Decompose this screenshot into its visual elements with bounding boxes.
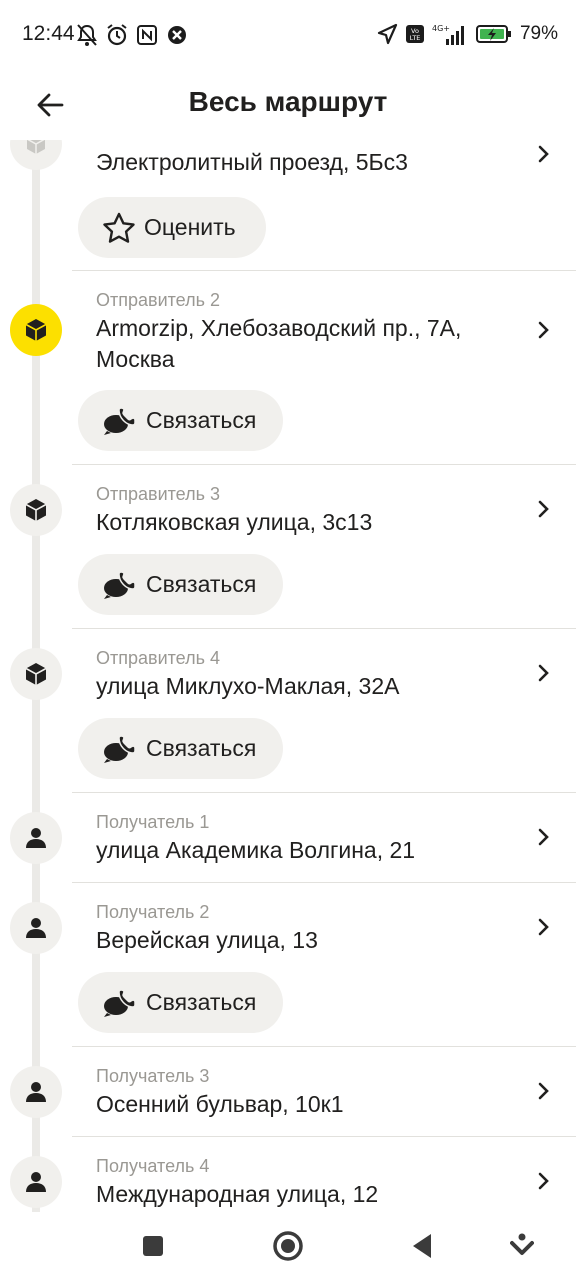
person-icon [26, 828, 46, 848]
chevron-right-icon [538, 145, 549, 163]
stop-chevron[interactable] [534, 1169, 554, 1193]
contact-button[interactable]: Связаться [78, 390, 283, 451]
page-title: Весь маршрут [188, 86, 388, 117]
stop-marker [10, 902, 62, 954]
stop-address: Международная улица, 12 [96, 1181, 379, 1207]
battery-percent: 79% [519, 23, 558, 44]
phone-chat-icon [104, 734, 136, 763]
box-icon [25, 663, 47, 685]
chevron-right-icon [538, 918, 549, 936]
contact-button[interactable]: Связаться [78, 718, 283, 779]
stop-label: Получатель 4 [96, 1156, 210, 1176]
svg-text:LTE: LTE [410, 34, 421, 42]
stop-chevron[interactable] [534, 318, 554, 342]
chevron-right-icon [538, 1172, 549, 1190]
box-icon [27, 140, 45, 154]
stop-label: Получатель 1 [96, 812, 210, 832]
recents-button[interactable] [135, 1228, 171, 1264]
chevron-right-icon [538, 828, 549, 846]
home-button[interactable] [270, 1228, 306, 1264]
stop-address: Котляковская улица, 3с13 [96, 509, 373, 535]
system-nav-bar [0, 1212, 576, 1280]
stop-address: Электролитный проезд, 5Бс3 [96, 149, 408, 175]
stop-address: Верейская улица, 13 [96, 927, 318, 953]
contact-button-label: Связаться [146, 735, 257, 761]
chevron-right-icon [538, 500, 549, 518]
stop-address: улица Миклухо-Маклая, 32А [96, 673, 400, 699]
star-icon [103, 212, 135, 243]
triangle-back-icon [413, 1234, 431, 1258]
route-stop[interactable]: Получатель 3 Осенний бульвар, 10к1 [0, 1047, 576, 1136]
app-header: Весь маршрут [0, 70, 576, 140]
contact-button-label: Связаться [146, 989, 257, 1015]
phone-chat-icon [104, 988, 136, 1017]
chevron-right-icon [538, 664, 549, 682]
route-stop[interactable]: Получатель 1 улица Академика Волгина, 21 [0, 793, 576, 882]
stop-marker [10, 1066, 62, 1118]
stop-chevron[interactable] [534, 1079, 554, 1103]
stop-label: Получатель 3 [96, 1066, 210, 1086]
menu-button[interactable] [504, 1228, 540, 1264]
stop-marker [10, 812, 62, 864]
contact-button-label: Связаться [146, 571, 257, 597]
chevron-right-icon [538, 321, 549, 339]
rate-button-label: Оценить [144, 214, 236, 240]
stop-chevron[interactable] [534, 825, 554, 849]
volte-icon: VoLTE [405, 25, 424, 43]
phone-chat-icon [104, 570, 136, 599]
circle-icon [273, 1231, 303, 1261]
status-time: 12:44 [22, 22, 75, 45]
stop-chevron[interactable] [534, 915, 554, 939]
stop-marker [10, 484, 62, 536]
stop-label: Отправитель 2 [96, 290, 220, 310]
stop-chevron[interactable] [534, 661, 554, 685]
person-icon [26, 918, 46, 938]
stop-label: Отправитель 3 [96, 484, 220, 504]
app-notification-icon [168, 26, 186, 44]
square-icon [143, 1236, 163, 1256]
route-list[interactable]: Электролитный проезд, 5Бс3 Оценить Отпра… [0, 140, 576, 1212]
route-stop[interactable]: Отправитель 2 Armorzip, Хлебозаводский п… [0, 271, 576, 464]
stop-label: Отправитель 4 [96, 648, 220, 668]
status-bar: 12:44 Vo LTE 4G+ 79% [0, 0, 576, 70]
route-stop[interactable]: Получатель 4 Международная улица, 12 [0, 1137, 576, 1212]
box-icon [25, 319, 47, 341]
contact-button-label: Связаться [146, 407, 257, 433]
stop-marker-active [10, 304, 62, 356]
rate-button[interactable]: Оценить [78, 197, 266, 258]
bell-off-icon [77, 24, 97, 46]
signal-icon: 4G+ [432, 24, 464, 45]
person-icon [26, 1082, 46, 1102]
stop-chevron[interactable] [534, 142, 554, 166]
route-stop[interactable]: Отправитель 3 Котляковская улица, 3с13 С… [0, 465, 576, 628]
route-stop[interactable]: Получатель 2 Верейская улица, 13 Связать… [0, 883, 576, 1046]
svg-text:4G+: 4G+ [432, 24, 450, 33]
phone-chat-icon [104, 406, 136, 435]
stop-chevron[interactable] [534, 497, 554, 521]
stop-address: улица Академика Волгина, 21 [96, 837, 416, 863]
location-arrow-icon [377, 23, 398, 45]
alarm-icon [107, 24, 127, 46]
stop-address: Осенний бульвар, 10к1 [96, 1091, 344, 1117]
battery-charging-icon [475, 25, 511, 43]
chevron-down-dot-icon [510, 1233, 534, 1255]
status-right-icons: Vo LTE 4G+ 79% [376, 20, 558, 48]
chevron-right-icon [538, 1082, 549, 1100]
stop-marker [10, 1156, 62, 1208]
person-icon [26, 1172, 46, 1192]
status-left-icons [76, 22, 188, 48]
nfc-icon [137, 25, 157, 45]
stop-address: Armorzip, Хлебозаводский пр., 7А, Москва [96, 315, 462, 372]
stop-label: Получатель 2 [96, 902, 210, 922]
stop-marker [10, 140, 62, 170]
back-nav-button[interactable] [404, 1228, 440, 1264]
contact-button[interactable]: Связаться [78, 972, 283, 1033]
route-stop[interactable]: Электролитный проезд, 5Бс3 Оценить [0, 140, 576, 271]
stop-marker [10, 648, 62, 700]
route-stop[interactable]: Отправитель 4 улица Миклухо-Маклая, 32А … [0, 629, 576, 792]
box-icon [25, 499, 47, 521]
contact-button[interactable]: Связаться [78, 554, 283, 615]
